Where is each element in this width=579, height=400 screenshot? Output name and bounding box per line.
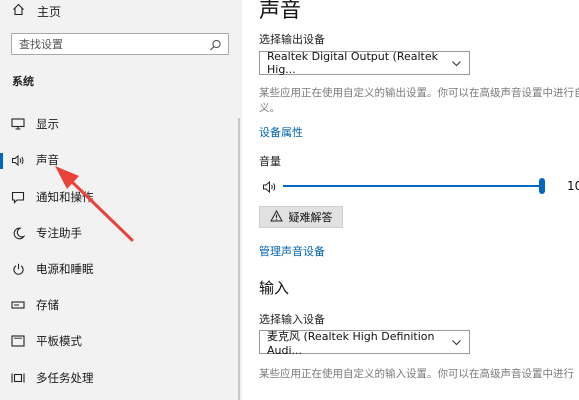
- sidebar-item-display[interactable]: 显示: [0, 109, 238, 139]
- home-label: 主页: [37, 4, 62, 19]
- notification-icon: [11, 190, 25, 204]
- sound-settings-panel: 声音 选择输出设备 Realtek Digital Output (Realte…: [242, 0, 579, 400]
- input-description: 某些应用正在使用自定义的输入设置。你可以在高级声音设置中进行: [259, 368, 574, 380]
- volume-slider-track[interactable]: [283, 185, 541, 187]
- sidebar-item-power-sleep[interactable]: 电源和睡眠: [0, 254, 238, 284]
- sidebar-item-label: 多任务处理: [36, 371, 94, 385]
- search-box[interactable]: [11, 33, 229, 55]
- sidebar-item-tablet-mode[interactable]: 平板模式: [0, 326, 238, 356]
- sidebar-item-multitasking[interactable]: 多任务处理: [0, 363, 238, 393]
- device-properties-link[interactable]: 设备属性: [259, 124, 303, 140]
- input-device-select[interactable]: 麦克风 (Realtek High Definition Audi...: [259, 329, 470, 357]
- input-section-title: 输入: [259, 279, 290, 297]
- manage-sound-devices-link[interactable]: 管理声音设备: [259, 243, 325, 259]
- sidebar-item-notifications[interactable]: 通知和操作: [0, 182, 238, 212]
- troubleshoot-button[interactable]: 疑难解答: [259, 206, 343, 228]
- troubleshoot-label: 疑难解答: [288, 211, 333, 224]
- sidebar-item-label: 专注助手: [36, 226, 82, 240]
- sidebar: 主页 系统 显示 声音 通知和操作 专注助手 电源和睡眠: [0, 0, 242, 400]
- output-device-value: Realtek Digital Output (Realtek Hig...: [267, 50, 438, 76]
- sidebar-item-label: 平板模式: [36, 334, 82, 348]
- volume-value: 10: [567, 179, 579, 193]
- home-link[interactable]: 主页: [12, 3, 61, 19]
- power-icon: [11, 262, 25, 276]
- sidebar-item-label: 声音: [36, 153, 59, 167]
- speaker-icon[interactable]: [262, 179, 278, 198]
- sidebar-item-label: 存储: [36, 298, 59, 312]
- multitask-icon: [11, 371, 25, 385]
- page-title: 声音: [259, 0, 301, 22]
- sidebar-item-label: 通知和操作: [36, 190, 94, 204]
- input-device-value: 麦克风 (Realtek High Definition Audi...: [267, 329, 435, 357]
- chevron-down-icon: [451, 58, 462, 72]
- section-title-system: 系统: [12, 75, 34, 88]
- output-device-label: 选择输出设备: [259, 33, 325, 46]
- tablet-icon: [11, 334, 25, 348]
- input-device-label: 选择输入设备: [259, 313, 325, 326]
- speaker-icon: [11, 153, 25, 167]
- storage-icon: [11, 298, 25, 312]
- volume-slider-thumb[interactable]: [539, 178, 545, 194]
- sidebar-item-storage[interactable]: 存储: [0, 290, 238, 320]
- chevron-down-icon: [451, 337, 462, 351]
- output-description-line2: 义。: [259, 102, 280, 114]
- output-description: 某些应用正在使用自定义的输出设置。你可以在高级声音设置中进行自定义。: [259, 87, 579, 99]
- volume-row: 10: [262, 178, 579, 194]
- sidebar-item-label: 电源和睡眠: [36, 262, 94, 276]
- volume-label: 音量: [259, 155, 281, 168]
- sidebar-item-focus-assist[interactable]: 专注助手: [0, 218, 238, 248]
- search-icon[interactable]: [209, 37, 222, 56]
- home-icon: [12, 3, 25, 19]
- output-device-select[interactable]: Realtek Digital Output (Realtek Hig...: [259, 50, 470, 76]
- monitor-icon: [11, 117, 25, 131]
- search-input[interactable]: [12, 35, 209, 53]
- moon-icon: [11, 226, 25, 240]
- warning-icon: [269, 209, 283, 225]
- sidebar-item-label: 显示: [36, 117, 59, 131]
- sidebar-item-sound[interactable]: 声音: [0, 145, 238, 175]
- sidebar-scrollbar[interactable]: [238, 118, 240, 400]
